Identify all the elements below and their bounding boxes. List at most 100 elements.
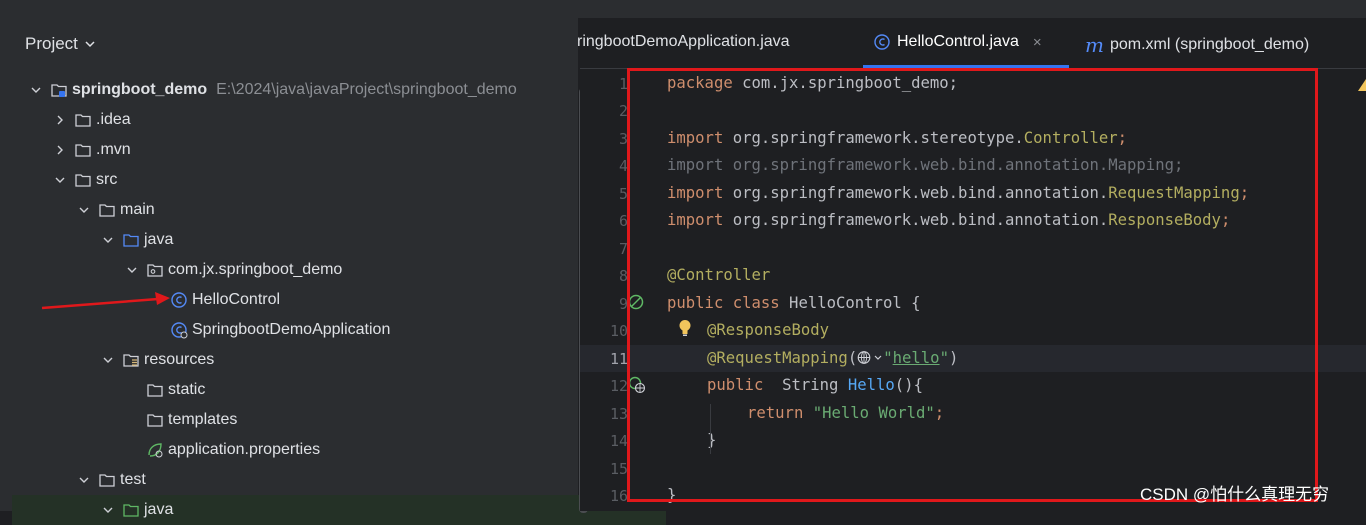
package-icon <box>146 261 164 279</box>
tree-item-label: springboot_demo <box>72 81 208 98</box>
code-line-5[interactable]: import org.springframework.web.bind.anno… <box>667 184 1249 202</box>
line-number: 16 <box>609 487 628 505</box>
chevron-down-icon[interactable] <box>100 352 116 368</box>
tab-pom-xml[interactable]: m pom.xml (springboot_demo) <box>1085 33 1309 57</box>
tree-item-label: HelloControl <box>192 291 281 308</box>
line-number: 2 <box>618 102 628 120</box>
tree-item-label: resources <box>144 351 215 368</box>
spring-bean-gutter-icon[interactable] <box>628 294 646 312</box>
tab-hellocontrol[interactable]: HelloControl.java × <box>873 33 1042 51</box>
tab-springbootdemoapplication[interactable]: ringbootDemoApplication.java <box>577 33 790 51</box>
chevron-down-icon[interactable] <box>76 472 92 488</box>
editor-tabs: ringbootDemoApplication.java HelloContro… <box>577 18 1366 69</box>
chevron-down-icon[interactable] <box>100 232 116 248</box>
project-view-selector[interactable]: Project <box>25 34 96 54</box>
tree-item-label: java <box>144 501 174 518</box>
tree-item-label: src <box>96 171 118 188</box>
spring-properties-icon <box>146 441 164 459</box>
code-line-6[interactable]: import org.springframework.web.bind.anno… <box>667 211 1230 229</box>
code-line-1[interactable]: package com.jx.springboot_demo; <box>667 74 958 92</box>
tree-item-label: main <box>120 201 155 218</box>
folder-icon <box>98 201 116 219</box>
code-line-10[interactable]: @ResponseBody <box>707 321 829 339</box>
chevron-down-icon[interactable] <box>28 82 44 98</box>
line-number: 14 <box>609 432 628 450</box>
watermark: CSDN @怕什么真理无穷 <box>1140 485 1330 504</box>
tab-label: ringbootDemoApplication.java <box>577 33 790 50</box>
code-line-3[interactable]: import org.springframework.stereotype.Co… <box>667 129 1127 147</box>
line-number: 15 <box>609 460 628 478</box>
chevron-down-icon[interactable] <box>76 202 92 218</box>
tree-item-springboot-demo[interactable]: springboot_demo E:\2024\java\javaProject… <box>12 75 594 105</box>
line-number: 11 <box>609 350 628 368</box>
tree-item-label: com.jx.springboot_demo <box>168 261 343 278</box>
project-path: E:\2024\java\javaProject\springboot_demo <box>216 81 517 98</box>
line-number: 8 <box>618 267 628 285</box>
warning-icon[interactable] <box>1358 78 1366 92</box>
project-tool-window: Project springboot_demo E:\2024\java\jav… <box>12 18 666 525</box>
line-number: 13 <box>609 405 628 423</box>
tab-label: HelloControl.java <box>897 33 1019 50</box>
code-line-11[interactable]: @RequestMapping("hello") <box>707 349 958 367</box>
line-number: 12 <box>609 377 628 395</box>
tree-item-test[interactable]: test <box>12 465 642 495</box>
close-icon[interactable]: × <box>1033 34 1042 51</box>
tree-item-idea[interactable]: .idea <box>12 105 618 135</box>
folder-icon <box>146 411 164 429</box>
chevron-down-icon[interactable] <box>873 350 883 365</box>
tree-item-label: SpringbootDemoApplication <box>192 321 391 338</box>
top-toolbar-strip <box>0 0 1366 18</box>
module-folder-icon <box>50 81 68 99</box>
code-line-16[interactable]: } <box>667 486 676 504</box>
chevron-down-icon[interactable] <box>100 502 116 518</box>
code-line-8[interactable]: @Controller <box>667 266 770 284</box>
tree-item-label: .idea <box>96 111 131 128</box>
tree-item-src[interactable]: src <box>12 165 618 195</box>
chevron-right-icon[interactable] <box>52 142 68 158</box>
tree-item-java-main[interactable]: java <box>12 225 666 255</box>
spring-boot-class-icon <box>170 321 188 339</box>
line-number: 10 <box>609 322 628 340</box>
lightbulb-icon[interactable] <box>678 319 692 337</box>
tree-item-label: .mvn <box>96 141 131 158</box>
tree-item-label: test <box>120 471 146 488</box>
panel-title: Project <box>25 34 78 53</box>
folder-icon <box>74 141 92 159</box>
tree-item-label: templates <box>168 411 238 428</box>
chevron-right-icon[interactable] <box>52 112 68 128</box>
chevron-down-icon <box>85 41 95 48</box>
chevron-down-icon[interactable] <box>124 262 140 278</box>
request-mapping-gutter-icon[interactable] <box>628 376 648 396</box>
folder-icon <box>98 471 116 489</box>
tree-item-java-test[interactable]: java <box>12 495 666 525</box>
java-class-icon <box>874 34 890 50</box>
line-number: 5 <box>618 185 628 203</box>
line-number: 1 <box>618 75 628 93</box>
line-number: 9 <box>618 295 628 313</box>
line-number: 7 <box>618 240 628 258</box>
code-line-12[interactable]: public String Hello(){ <box>707 376 923 394</box>
code-line-14[interactable]: } <box>707 431 716 449</box>
tree-item-mvn[interactable]: .mvn <box>12 135 618 165</box>
current-line-highlight <box>580 345 1366 372</box>
line-number: 4 <box>618 157 628 175</box>
chevron-down-icon[interactable] <box>52 172 68 188</box>
code-line-9[interactable]: public class HelloControl { <box>667 294 921 312</box>
code-line-4-unused-import[interactable]: import org.springframework.web.bind.anno… <box>667 156 1183 174</box>
tree-item-label: java <box>144 231 174 248</box>
java-class-icon <box>170 291 188 309</box>
test-folder-icon <box>122 501 140 519</box>
tree-item-main[interactable]: main <box>12 195 642 225</box>
code-line-13[interactable]: return "Hello World"; <box>747 404 944 422</box>
tree-item-label: static <box>168 381 206 398</box>
resources-folder-icon <box>122 351 140 369</box>
folder-icon <box>74 171 92 189</box>
indent-guide <box>710 404 711 454</box>
code-editor: ringbootDemoApplication.java HelloContro… <box>577 18 1366 511</box>
folder-icon <box>146 381 164 399</box>
tree-item-resources[interactable]: resources <box>12 345 666 375</box>
active-tab-indicator <box>863 65 1069 68</box>
tab-label: pom.xml (springboot_demo) <box>1109 36 1310 53</box>
line-number: 3 <box>618 130 628 148</box>
globe-icon[interactable] <box>857 350 873 365</box>
